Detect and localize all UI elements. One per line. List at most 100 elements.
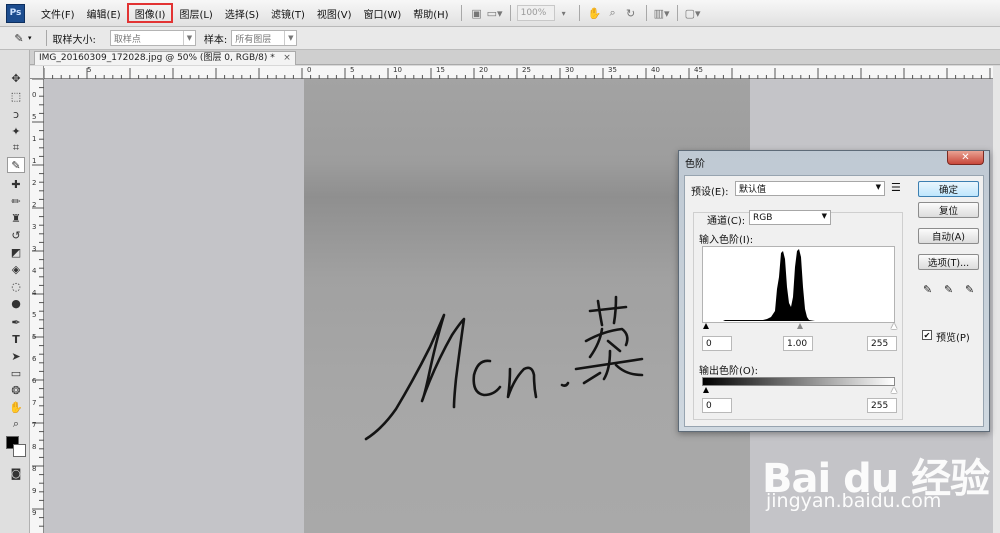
zoom-tool-icon[interactable]: ⌕ [604, 5, 622, 21]
zoom-level-select[interactable]: 100% [516, 5, 555, 21]
options-bar: ✎ ▾ 取样大小: 取样点 ▼ 样本: 所有图层 ▼ [0, 27, 1000, 50]
zoom-tool-icon[interactable]: ⌕ [7, 416, 25, 432]
levels-dialog: 色阶 ✕ 预设(E): 默认值 ▼ ☰ 通道(C): RGB ▼ 输入色阶(I)… [678, 150, 990, 432]
pen-tool-icon[interactable]: ✒ [7, 314, 25, 330]
auto-button[interactable]: 自动(A) [918, 228, 979, 244]
output-white-slider[interactable] [891, 387, 897, 393]
shape-tool-icon[interactable]: ▭ [7, 365, 25, 381]
arrange-documents-icon[interactable]: ▥▾ [653, 5, 671, 21]
ruler-label: 7 [32, 399, 37, 407]
ok-button[interactable]: 确定 [918, 181, 979, 197]
input-gamma-slider[interactable] [797, 323, 803, 329]
background-color-swatch[interactable] [13, 444, 26, 457]
white-point-eyedropper-icon[interactable]: ✎ [965, 283, 974, 296]
eyedropper-tool-icon[interactable]: ✎ [7, 157, 25, 173]
hand-tool-icon[interactable]: ✋ [7, 399, 25, 415]
bridge-icon[interactable]: ▣ [468, 5, 486, 21]
clone-stamp-tool-icon[interactable]: ♜ [7, 210, 25, 226]
ruler-origin[interactable] [30, 66, 44, 79]
sample-size-select[interactable]: 取样点 ▼ [109, 30, 196, 46]
menu-file[interactable]: 文件(F) [35, 3, 81, 23]
brush-tool-icon[interactable]: ✏ [7, 193, 25, 209]
magic-wand-tool-icon[interactable]: ✦ [7, 123, 25, 139]
hand-tool-icon[interactable]: ✋ [586, 5, 604, 21]
ruler-label: 2 [32, 201, 37, 209]
preset-select[interactable]: 默认值 ▼ [735, 181, 885, 196]
preview-label: 预览(P) [936, 333, 970, 344]
input-black-slider[interactable] [703, 323, 709, 329]
close-tab-icon[interactable]: × [283, 52, 291, 65]
document-tab-bar: IMG_20160309_172028.jpg @ 50% (图层 0, RGB… [30, 50, 1000, 65]
input-white-slider[interactable] [891, 323, 897, 329]
ruler-label: 45 [694, 66, 703, 74]
chevron-down-icon: ▼ [821, 212, 827, 220]
eyedropper-preset-icon[interactable]: ✎ [10, 30, 28, 46]
type-tool-icon[interactable]: T [7, 331, 25, 347]
view-extras-icon[interactable]: ▭▾ [486, 5, 504, 21]
output-black-field[interactable]: 0 [702, 398, 732, 413]
ruler-label: 6 [32, 355, 37, 363]
eyedropper-preset-arrow-icon[interactable]: ▾ [28, 34, 32, 42]
healing-brush-tool-icon[interactable]: ✚ [7, 176, 25, 192]
ruler-label: 5 [350, 66, 355, 74]
photoshop-window: Ps 文件(F) 编辑(E) 图像(I) 图层(L) 选择(S) 滤镜(T) 视… [0, 0, 1000, 533]
3d-rotate-tool-icon[interactable]: ❂ [7, 382, 25, 398]
crop-tool-icon[interactable]: ⌗ [7, 140, 25, 156]
close-icon[interactable]: ✕ [947, 151, 984, 165]
eraser-tool-icon[interactable]: ◩ [7, 244, 25, 260]
horizontal-ruler[interactable]: 5 0 5 10 15 20 25 30 35 40 45 [44, 66, 1000, 79]
document-tab[interactable]: IMG_20160309_172028.jpg @ 50% (图层 0, RGB… [34, 51, 296, 65]
menu-view[interactable]: 视图(V) [311, 3, 358, 23]
menu-select[interactable]: 选择(S) [219, 3, 265, 23]
quick-mask-icon[interactable]: ◙ [7, 465, 25, 481]
chevron-down-icon: ▼ [284, 31, 296, 45]
channel-select[interactable]: RGB ▼ [749, 210, 831, 225]
sample-select[interactable]: 所有图层 ▼ [231, 30, 298, 46]
ruler-label: 2 [32, 179, 37, 187]
preset-options-icon[interactable]: ☰ [891, 181, 901, 194]
menu-edit[interactable]: 编辑(E) [81, 3, 127, 23]
menu-image[interactable]: 图像(I) [126, 3, 174, 23]
menu-filter[interactable]: 滤镜(T) [265, 3, 311, 23]
ruler-label: 35 [608, 66, 617, 74]
menu-layer[interactable]: 图层(L) [173, 3, 218, 23]
menubar-divider [676, 5, 678, 21]
marquee-tool-icon[interactable]: ⬚ [7, 88, 25, 104]
baidu-jingyan-watermark: Bai du 经验 jingyan.baidu.com [752, 426, 1000, 533]
gray-point-eyedropper-icon[interactable]: ✎ [944, 283, 953, 296]
move-tool-icon[interactable]: ✥ [7, 70, 25, 86]
rotate-view-icon[interactable]: ↻ [622, 5, 640, 21]
sample-size-value: 取样点 [113, 34, 141, 45]
reset-button[interactable]: 复位 [918, 202, 979, 218]
black-point-eyedropper-icon[interactable]: ✎ [923, 283, 932, 296]
input-white-field[interactable]: 255 [867, 336, 897, 351]
lasso-tool-icon[interactable]: ↄ [7, 106, 25, 122]
output-white-field[interactable]: 255 [867, 398, 897, 413]
ruler-label: 3 [32, 245, 37, 253]
ruler-label: 4 [32, 267, 37, 275]
path-selection-tool-icon[interactable]: ➤ [7, 348, 25, 364]
options-button[interactable]: 选项(T)... [918, 254, 979, 270]
output-black-slider[interactable] [703, 387, 709, 393]
preview-checkbox[interactable]: ✔ [922, 330, 932, 340]
input-black-field[interactable]: 0 [702, 336, 732, 351]
ruler-label: 15 [436, 66, 445, 74]
preset-label: 预设(E): [691, 187, 729, 198]
ps-logo-icon[interactable]: Ps [6, 3, 25, 23]
ruler-label: 5 [87, 66, 92, 74]
paint-bucket-tool-icon[interactable]: ◈ [7, 261, 25, 277]
vertical-ruler[interactable]: 0 5 1 1 2 2 3 3 4 4 5 5 6 6 7 7 8 8 9 9 [30, 79, 44, 533]
menu-window[interactable]: 窗口(W) [358, 3, 408, 23]
history-brush-tool-icon[interactable]: ↺ [7, 227, 25, 243]
screen-mode-icon[interactable]: ▢▾ [684, 5, 702, 21]
ruler-label: 5 [32, 113, 37, 121]
menu-help[interactable]: 帮助(H) [407, 3, 454, 23]
zoom-dropdown-icon[interactable]: ▾ [555, 5, 573, 21]
dodge-tool-icon[interactable]: ● [7, 295, 25, 311]
sample-size-label: 取样大小: [52, 34, 96, 46]
blur-tool-icon[interactable]: ◌ [7, 278, 25, 294]
menubar-divider [645, 5, 647, 21]
input-gamma-field[interactable]: 1.00 [783, 336, 813, 351]
sample-label: 样本: [203, 34, 228, 46]
menubar-divider [460, 5, 462, 21]
